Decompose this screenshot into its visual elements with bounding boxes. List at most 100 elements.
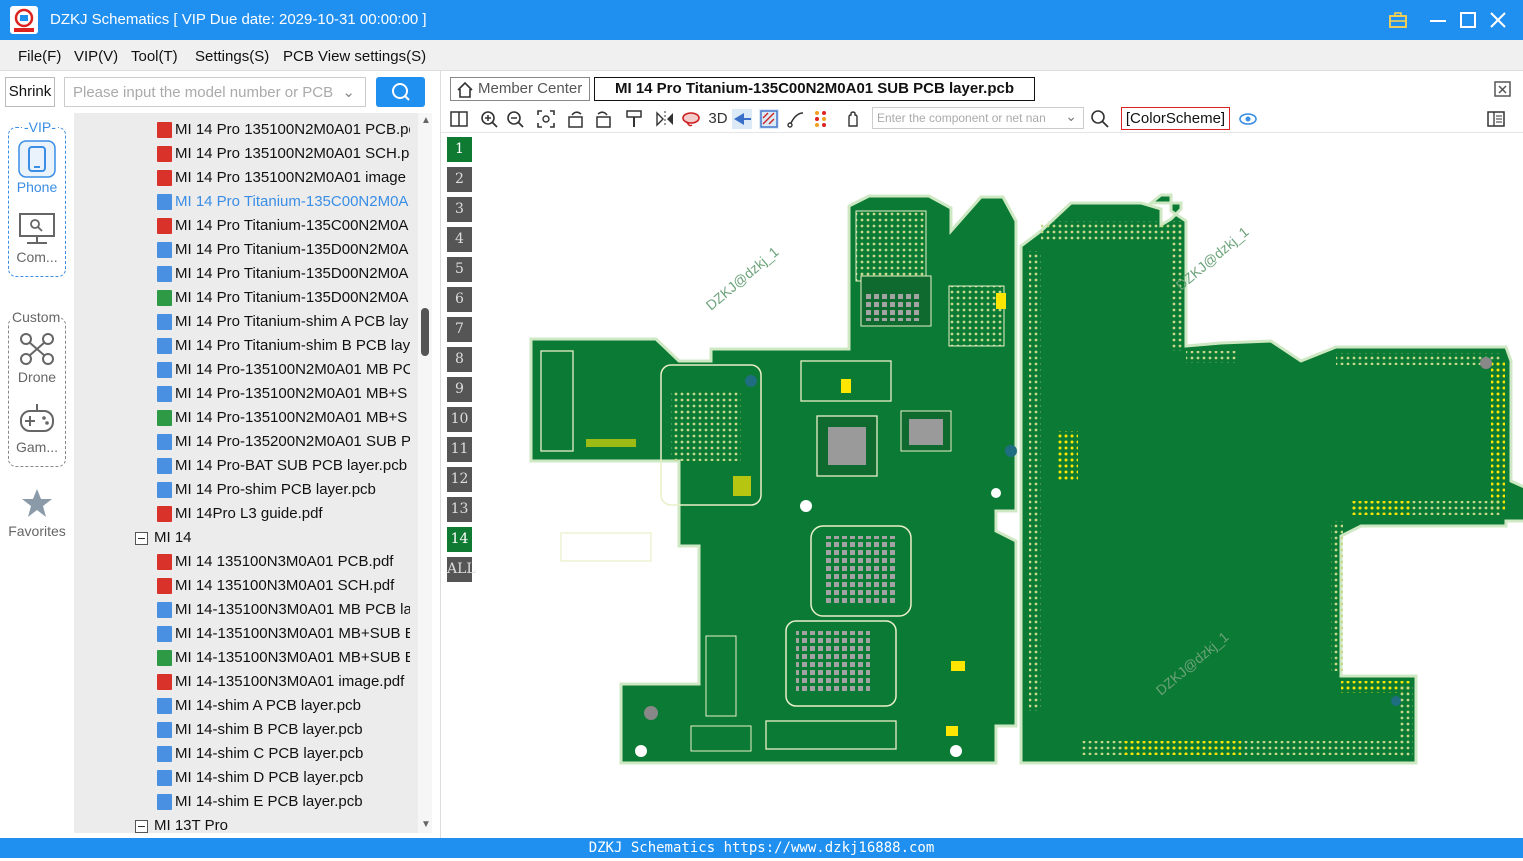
tree-file-item[interactable]: MI 14 Pro Titanium-135C00N2M0A <box>74 190 410 214</box>
tree-file-item[interactable]: MI 14-shim D PCB layer.pcb <box>74 766 410 790</box>
colorscheme-button[interactable]: [ColorScheme] <box>1121 107 1230 130</box>
side-panel-icon[interactable] <box>1486 109 1506 129</box>
category-favorites[interactable]: Favorites <box>0 523 74 539</box>
layer-button[interactable]: 9 <box>447 377 472 402</box>
model-search-input[interactable]: Please input the model number or PCB ⌄ <box>64 77 366 107</box>
hand-pan-icon[interactable] <box>843 109 863 129</box>
star-icon[interactable] <box>21 487 53 519</box>
zoom-out-icon[interactable] <box>505 109 525 129</box>
layer-button[interactable]: 6 <box>447 287 472 312</box>
tree-file-item[interactable]: MI 14-shim B PCB layer.pcb <box>74 718 410 742</box>
tree-group[interactable]: MI 13T Pro <box>74 814 410 833</box>
layer-button[interactable]: 5 <box>447 257 472 282</box>
fit-view-icon[interactable] <box>536 109 556 129</box>
layer-button[interactable]: 10 <box>447 407 472 432</box>
collapse-icon[interactable] <box>135 820 148 833</box>
chevron-down-icon[interactable]: ⌄ <box>342 83 355 101</box>
tree-file-item[interactable]: MI 14-135100N3M0A01 MB+SUB E <box>74 622 410 646</box>
tree-file-item[interactable]: MI 14 135100N3M0A01 SCH.pdf <box>74 574 410 598</box>
tree-file-item[interactable]: MI 14-135100N3M0A01 MB PCB la <box>74 598 410 622</box>
layer-button[interactable]: 1 <box>447 137 472 162</box>
layer-button[interactable]: 3 <box>447 197 472 222</box>
scroll-up-icon[interactable]: ▲ <box>421 115 431 126</box>
pin-icon[interactable] <box>732 109 752 129</box>
menu-tool[interactable]: Tool(T) <box>131 48 178 65</box>
briefcase-icon[interactable] <box>1386 8 1410 32</box>
tree-file-item[interactable]: MI 14 Pro-135200N2M0A01 SUB P <box>74 430 410 454</box>
split-view-icon[interactable] <box>449 109 469 129</box>
layer-button[interactable]: 14 <box>447 527 472 552</box>
tree-file-item[interactable]: MI 14 135100N3M0A01 PCB.pdf <box>74 550 410 574</box>
sub-board[interactable] <box>1019 193 1523 765</box>
tree-file-item[interactable]: MI 14 Pro 135100N2M0A01 SCH.pd <box>74 142 410 166</box>
layer-button[interactable]: ALL <box>447 557 476 582</box>
pcb-board-view[interactable]: DZKJ@dzkj_1 DZKJ@dzkj_1 DZKJ@dzkj_1 <box>481 181 1523 861</box>
tab-current-pcb[interactable]: MI 14 Pro Titanium-135C00N2M0A01 SUB PCB… <box>594 77 1035 101</box>
phone-icon[interactable] <box>17 139 57 179</box>
maximize-icon[interactable] <box>1456 8 1480 32</box>
chevron-down-icon[interactable]: ⌄ <box>1065 108 1077 125</box>
lasso-icon[interactable] <box>681 109 701 129</box>
category-game[interactable]: Gam... <box>0 439 74 455</box>
menu-vip[interactable]: VIP(V) <box>74 48 118 65</box>
menu-settings[interactable]: Settings(S) <box>195 48 269 65</box>
tree-scrollbar[interactable]: ▲ ▼ <box>418 113 432 833</box>
tree-file-item[interactable]: MI 14-shim C PCB layer.pcb <box>74 742 410 766</box>
close-icon[interactable] <box>1486 8 1510 32</box>
close-tab-icon[interactable] <box>1493 79 1513 99</box>
tree-file-item[interactable]: MI 14-shim E PCB layer.pcb <box>74 790 410 814</box>
tree-file-item[interactable]: MI 14-135100N3M0A01 image.pdf <box>74 670 410 694</box>
tree-file-item[interactable]: MI 14 Pro Titanium-135C00N2M0A <box>74 214 410 238</box>
menu-file[interactable]: File(F) <box>18 48 61 65</box>
tree-file-item[interactable]: MI 14 Pro 135100N2M0A01 PCB.pd <box>74 118 410 142</box>
layer-button[interactable]: 2 <box>447 167 472 192</box>
shrink-button[interactable]: Shrink <box>5 77 55 107</box>
scroll-thumb[interactable] <box>421 308 429 356</box>
tree-file-item[interactable]: MI 14 Pro Titanium-135D00N2M0A <box>74 262 410 286</box>
category-computer[interactable]: Com... <box>0 249 74 265</box>
tree-file-item[interactable]: MI 14 Pro-135100N2M0A01 MB+S <box>74 382 410 406</box>
net-highlight-icon[interactable] <box>759 109 779 129</box>
tree-file-item[interactable]: MI 14Pro L3 guide.pdf <box>74 502 410 526</box>
layer-button[interactable]: 4 <box>447 227 472 252</box>
layer-button[interactable]: 13 <box>447 497 472 522</box>
tree-file-item[interactable]: MI 14 Pro Titanium-135D00N2M0A <box>74 286 410 310</box>
collapse-icon[interactable] <box>135 532 148 545</box>
category-drone[interactable]: Drone <box>0 369 74 385</box>
zoom-in-icon[interactable] <box>479 109 499 129</box>
category-phone[interactable]: Phone <box>0 179 74 195</box>
dots-grid-icon[interactable] <box>812 109 832 129</box>
tree-file-item[interactable]: MI 14 Pro Titanium-shim A PCB lay <box>74 310 410 334</box>
tree-file-item[interactable]: MI 14 Pro 135100N2M0A01 image <box>74 166 410 190</box>
layer-button[interactable]: 8 <box>447 347 472 372</box>
tab-member-center[interactable]: Member Center <box>450 77 590 101</box>
minimize-icon[interactable] <box>1426 8 1450 32</box>
gamepad-icon[interactable] <box>17 401 57 437</box>
tree-file-item[interactable]: MI 14-135100N3M0A01 MB+SUB E <box>74 646 410 670</box>
eye-icon[interactable] <box>1238 109 1258 129</box>
tree-file-item[interactable]: MI 14-shim A PCB layer.pcb <box>74 694 410 718</box>
rotate-right-icon[interactable] <box>593 109 613 129</box>
paint-brush-icon[interactable] <box>624 109 644 129</box>
menu-pcb-view-settings[interactable]: PCB View settings(S) <box>283 48 426 65</box>
layer-button[interactable]: 7 <box>447 317 472 342</box>
tree-file-item[interactable]: MI 14 Pro-BAT SUB PCB layer.pcb <box>74 454 410 478</box>
tree-file-item[interactable]: MI 14 Pro-shim PCB layer.pcb <box>74 478 410 502</box>
tree-file-item[interactable]: MI 14 Pro Titanium-135D00N2M0A <box>74 238 410 262</box>
search-button[interactable] <box>376 77 425 107</box>
layer-button[interactable]: 12 <box>447 467 472 492</box>
computer-icon[interactable] <box>17 211 57 247</box>
rotate-left-icon[interactable] <box>566 109 586 129</box>
route-icon[interactable] <box>786 109 806 129</box>
drone-icon[interactable] <box>17 331 57 367</box>
tree-file-item[interactable]: MI 14 Pro-135100N2M0A01 MB+S <box>74 406 410 430</box>
tree-file-item[interactable]: MI 14 Pro-135100N2M0A01 MB PC <box>74 358 410 382</box>
tree-group[interactable]: MI 14 <box>74 526 410 550</box>
scroll-down-icon[interactable]: ▼ <box>421 819 431 830</box>
component-search-input[interactable]: Enter the component or net nan ⌄ <box>872 107 1084 129</box>
main-board[interactable] <box>520 194 1018 765</box>
layer-button[interactable]: 11 <box>447 437 472 462</box>
mirror-icon[interactable] <box>655 109 675 129</box>
tree-file-item[interactable]: MI 14 Pro Titanium-shim B PCB lay <box>74 334 410 358</box>
three-d-button[interactable]: 3D <box>707 109 729 129</box>
